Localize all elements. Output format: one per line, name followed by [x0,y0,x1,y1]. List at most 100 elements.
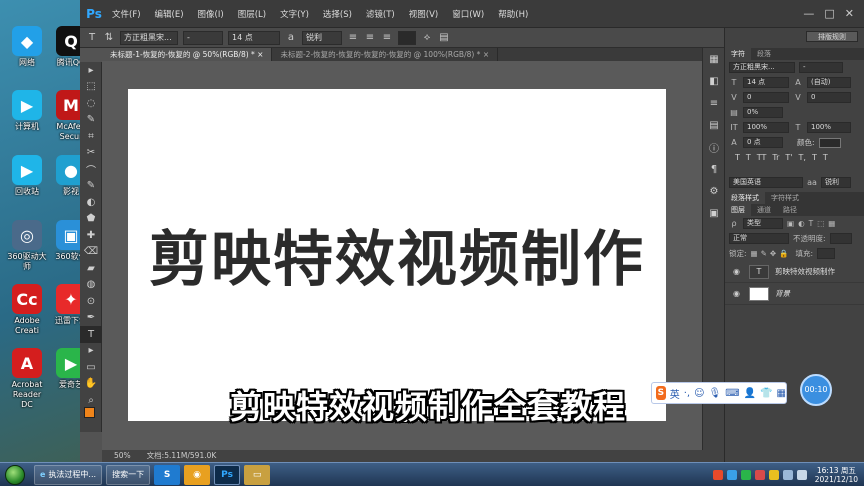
font-size-select[interactable]: 14 点 [228,30,280,45]
blend-mode-select[interactable]: 正常 [729,233,789,244]
layer-comps-icon[interactable]: ▣ [703,202,725,224]
menu-type[interactable]: 文字(Y) [273,8,316,20]
tray-qq-icon[interactable] [726,469,737,480]
type-tool-icon[interactable]: T [80,326,102,343]
menu-layer[interactable]: 图层(L) [231,8,273,20]
stamp-tool-icon[interactable]: ◐ [80,194,102,211]
marquee-tool-icon[interactable]: ⬚ [80,79,102,96]
taskbar-photoshop-icon[interactable]: Ps [214,464,241,485]
layer-filter-select[interactable]: 类型 [743,218,783,229]
tab-channels[interactable]: 通道 [751,204,777,216]
char-hscale[interactable]: 100% [807,122,851,133]
pen-tool-alt-icon[interactable]: ✒ [80,310,102,327]
char-antialias-select[interactable]: 锐利 [821,177,851,188]
char-color-swatch[interactable] [818,137,841,148]
tool-presets-icon[interactable]: ⚙ [703,180,725,202]
styles-panel-icon[interactable]: ▤ [703,114,725,136]
desktop-icon-computer[interactable]: ▶ 计算机 [6,90,48,132]
tab-close-icon[interactable]: × [483,50,489,59]
tray-sogou-icon[interactable] [712,469,723,480]
tab-document-1[interactable]: 未标题-1-恢复的-恢复的 @ 50%(RGB/8) * × [102,48,273,61]
taskbar-item-browser[interactable]: e 执法过程中... [34,464,103,485]
panel-toggle-icon[interactable]: ▤ [438,32,450,44]
tab-paragraph-styles[interactable]: 段落样式 [725,192,765,204]
dodge-tool-icon[interactable]: ◍ [80,277,102,294]
history-panel-icon[interactable]: ▦ [703,48,725,70]
ime-keyboard-icon[interactable]: ⌨ [725,388,739,399]
tab-paths[interactable]: 路径 [777,204,803,216]
adjustments-panel-icon[interactable]: ≡ [703,92,725,114]
faux-bold-icon[interactable]: T [735,153,740,162]
char-font-size[interactable]: 14 点 [743,77,789,88]
ime-user-icon[interactable]: 👤 [744,388,756,399]
orientation-icon[interactable]: ⇅ [103,32,115,44]
faux-italic-icon[interactable]: T [746,153,751,162]
healing-tool-icon[interactable]: ⌒ [80,161,102,178]
path-select-tool-icon[interactable]: ▸ [80,343,102,360]
subscript-icon[interactable]: T, [799,153,806,162]
shape-tool-icon[interactable]: ▭ [80,359,102,376]
char-baseline[interactable]: 0 点 [743,137,783,148]
warp-text-icon[interactable]: ⟡ [421,32,433,44]
ime-punctuation-icon[interactable]: ·, [684,388,690,399]
blur-tool-icon[interactable]: ▰ [80,260,102,277]
tray-folder-icon[interactable] [768,469,779,480]
strikethrough-icon[interactable]: T [823,153,828,162]
text-color-swatch[interactable] [398,30,416,45]
tray-network-icon[interactable] [782,469,793,480]
align-right-icon[interactable]: ≡ [381,32,393,44]
ime-skin-icon[interactable]: 👕 [760,388,772,399]
clock[interactable]: 16:13 周五 2021/12/10 [815,466,858,484]
brush-tool-icon[interactable]: ✎ [80,178,102,195]
char-font-style[interactable]: - [799,62,843,73]
char-leading[interactable]: (自动) [807,77,851,88]
char-kerning[interactable]: 0 [743,92,789,103]
char-tsume[interactable]: 0% [743,107,783,118]
type-tool-icon[interactable]: T [86,32,98,44]
crop-tool-icon[interactable]: ⌗ [80,128,102,145]
char-tracking[interactable]: 0 [807,92,851,103]
small-caps-icon[interactable]: Tr [772,153,779,162]
layer-row-text[interactable]: ◉ T 剪映特效视频制作 [725,261,864,283]
align-center-icon[interactable]: ≡ [364,32,376,44]
opacity-field[interactable] [829,233,852,244]
tab-layers[interactable]: 图层 [725,204,751,216]
underline-icon[interactable]: T [812,153,817,162]
desktop-icon-360-driver[interactable]: ◎ 360驱动大师 [6,220,48,272]
superscript-icon[interactable]: T' [785,153,792,162]
font-family-select[interactable]: 方正粗黑宋... [120,30,178,45]
desktop-icon-recycle-bin[interactable]: ▶ 回收站 [6,155,48,197]
lasso-tool-icon[interactable]: ◌ [80,95,102,112]
start-button[interactable] [0,463,30,486]
eyedropper-tool-icon[interactable]: ✂ [80,145,102,162]
visibility-eye-icon[interactable]: ◉ [733,289,743,298]
menu-image[interactable]: 图像(I) [191,8,231,20]
font-style-select[interactable]: - [183,30,223,45]
menu-window[interactable]: 窗口(W) [445,8,491,20]
tab-character-styles[interactable]: 字符样式 [765,192,805,204]
layer-row-background[interactable]: ◉ 背景 [725,283,864,305]
taskbar-sogou-icon[interactable]: S [154,464,181,485]
desktop-icon-adobe-cc[interactable]: Cc Adobe Creati [6,284,48,336]
history-brush-tool-icon[interactable]: ⬟ [80,211,102,228]
tray-mcafee-icon[interactable] [754,469,765,480]
maximize-icon[interactable]: □ [824,7,834,20]
canvas-text-layer[interactable]: 剪映特效视频制作 [128,211,666,298]
menu-help[interactable]: 帮助(H) [491,8,535,20]
ime-voice-icon[interactable]: 🎙 [709,388,722,399]
tab-close-icon[interactable]: × [257,50,263,59]
swatches-panel-icon[interactable]: ◧ [703,70,725,92]
fill-field[interactable] [817,248,836,259]
eraser-tool-icon[interactable]: ✚ [80,227,102,244]
lock-icons[interactable]: ▦✎✥🔒 [751,249,792,258]
reset-button[interactable]: 排版规则 [806,31,858,42]
tab-document-2[interactable]: 未标题-2-恢复的-恢复的-恢复的-恢复的 @ 100%(RGB/8) * × [272,48,499,61]
taskbar-explorer-icon[interactable]: ▭ [244,464,271,485]
tab-character[interactable]: 字符 [725,48,751,60]
gradient-tool-icon[interactable]: ⌫ [80,244,102,261]
language-select[interactable]: 美国英语 [729,177,803,188]
info-panel-icon[interactable]: ⓘ [703,136,725,158]
tray-volume-icon[interactable] [796,469,807,480]
menu-edit[interactable]: 编辑(E) [148,8,191,20]
taskbar-chrome-icon[interactable]: ◉ [184,464,211,485]
